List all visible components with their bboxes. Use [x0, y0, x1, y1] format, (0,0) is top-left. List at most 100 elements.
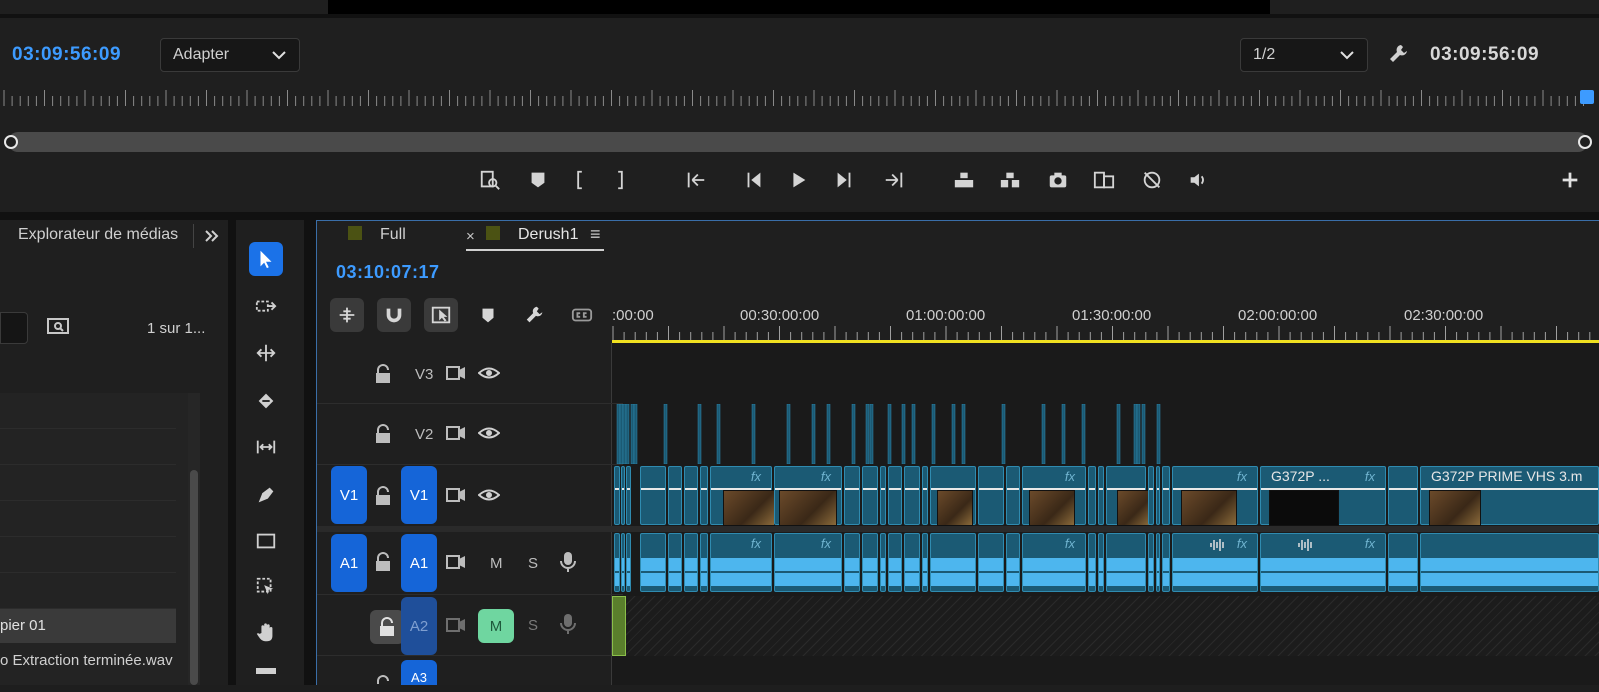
- a1-track-lane[interactable]: fx fx fx fx fx: [612, 532, 1599, 594]
- sync-lock-icon[interactable]: [446, 553, 466, 576]
- video-clip[interactable]: G372P PRIME VHS 3.m: [1420, 466, 1599, 526]
- mute-button[interactable]: M: [490, 555, 503, 572]
- video-clip[interactable]: [1388, 466, 1418, 525]
- lock-icon[interactable]: [374, 364, 392, 389]
- add-marker-icon[interactable]: [524, 166, 552, 194]
- scrollbar-right-handle[interactable]: [1578, 135, 1592, 149]
- zoom-dropdown[interactable]: Adapter: [160, 38, 300, 72]
- audio-icon[interactable]: [1184, 166, 1212, 194]
- mute-button-active[interactable]: M: [478, 609, 514, 643]
- lock-icon[interactable]: [374, 674, 392, 692]
- list-item-selected[interactable]: pier 01: [0, 609, 176, 643]
- track-target-v1[interactable]: V1: [401, 466, 437, 524]
- sync-lock-icon[interactable]: [446, 364, 466, 387]
- audio-clip[interactable]: [880, 533, 886, 592]
- mark-in-icon[interactable]: [566, 166, 594, 194]
- mark-out-icon[interactable]: [606, 166, 634, 194]
- tab-menu-icon[interactable]: ≡: [590, 224, 601, 245]
- video-clip[interactable]: [1098, 466, 1104, 525]
- video-clip[interactable]: fx: [774, 466, 842, 526]
- audio-clip[interactable]: [1088, 533, 1096, 592]
- track-target-a3[interactable]: A3: [401, 660, 437, 685]
- pen-tool-icon[interactable]: [249, 478, 283, 512]
- linked-selection-icon[interactable]: [424, 298, 458, 332]
- snap-icon[interactable]: [377, 298, 411, 332]
- audio-clip[interactable]: [621, 533, 625, 592]
- video-clip[interactable]: [1106, 466, 1151, 526]
- audio-clip[interactable]: [922, 533, 928, 592]
- sync-lock-icon[interactable]: [446, 424, 466, 447]
- video-clip[interactable]: [922, 466, 928, 525]
- video-clip[interactable]: [978, 466, 1004, 525]
- video-clip[interactable]: [1006, 466, 1020, 525]
- video-clip[interactable]: fx: [710, 466, 775, 526]
- audio-clip[interactable]: fx: [1260, 533, 1386, 592]
- audio-clip[interactable]: [1106, 533, 1146, 592]
- tab-media-browser[interactable]: Explorateur de médias: [18, 226, 178, 244]
- audio-clip[interactable]: [862, 533, 878, 592]
- audio-clip[interactable]: [1006, 533, 1020, 592]
- video-clip[interactable]: [862, 466, 878, 525]
- video-clip[interactable]: [640, 466, 666, 525]
- video-clip[interactable]: [888, 466, 902, 525]
- tab-full[interactable]: Full: [380, 226, 406, 244]
- video-clip[interactable]: fx: [1172, 466, 1258, 526]
- sync-lock-icon[interactable]: [446, 616, 466, 639]
- add-marker-icon[interactable]: [471, 298, 505, 332]
- audio-clip[interactable]: [888, 533, 902, 592]
- list-item[interactable]: [0, 465, 176, 501]
- type-tool-icon[interactable]: [249, 570, 283, 604]
- comparison-view-icon[interactable]: [1090, 166, 1118, 194]
- camera-icon[interactable]: [1044, 166, 1072, 194]
- timeline-ruler[interactable]: [612, 326, 1599, 340]
- audio-clip[interactable]: [1162, 533, 1170, 592]
- add-button-icon[interactable]: [1556, 166, 1584, 194]
- solo-button[interactable]: S: [528, 555, 538, 572]
- solo-button[interactable]: S: [528, 617, 538, 634]
- search-folder-icon[interactable]: [46, 314, 72, 340]
- panel-overflow-icon[interactable]: [202, 226, 224, 248]
- audio-clip[interactable]: [626, 533, 631, 592]
- lock-icon[interactable]: [370, 610, 404, 644]
- vr-icon[interactable]: [1138, 166, 1166, 194]
- video-clip[interactable]: [930, 466, 976, 526]
- go-to-out-icon[interactable]: [880, 166, 908, 194]
- step-forward-icon[interactable]: [830, 166, 858, 194]
- list-item[interactable]: [0, 393, 176, 429]
- audio-clip[interactable]: [1098, 533, 1104, 592]
- eye-icon[interactable]: [477, 424, 501, 447]
- audio-clip[interactable]: [1388, 533, 1418, 592]
- rectangle-tool-icon[interactable]: [249, 524, 283, 558]
- text-tool-icon[interactable]: [256, 668, 276, 674]
- resolution-dropdown[interactable]: 1/2: [1240, 38, 1368, 72]
- scrollbar-thumb[interactable]: [190, 470, 198, 685]
- close-icon[interactable]: ×: [466, 228, 475, 245]
- audio-clip[interactable]: [904, 533, 920, 592]
- track-select-tool-icon[interactable]: [249, 290, 283, 324]
- track-label-v3[interactable]: V3: [415, 366, 433, 383]
- hand-tool-icon[interactable]: [249, 616, 283, 650]
- go-to-in-icon[interactable]: [682, 166, 710, 194]
- a2-track-lane-disabled[interactable]: [626, 596, 1599, 656]
- eye-icon[interactable]: [477, 364, 501, 387]
- lock-icon[interactable]: [374, 424, 392, 449]
- lock-icon[interactable]: [374, 486, 392, 511]
- track-target-a1[interactable]: A1: [401, 534, 437, 592]
- list-item[interactable]: [0, 501, 176, 537]
- source-patch-v1[interactable]: V1: [331, 466, 367, 524]
- tab-derush1[interactable]: Derush1: [518, 226, 578, 244]
- v2-track-lane[interactable]: [612, 404, 1599, 464]
- step-back-icon[interactable]: [740, 166, 768, 194]
- sync-lock-icon[interactable]: [446, 486, 466, 509]
- video-clip[interactable]: [1162, 466, 1170, 525]
- video-clip[interactable]: [1148, 466, 1154, 525]
- lock-icon[interactable]: [374, 552, 392, 577]
- video-clip[interactable]: fx G372P ...: [1260, 466, 1386, 526]
- video-clip[interactable]: [1156, 466, 1160, 525]
- playhead-timecode[interactable]: 03:09:56:09: [12, 44, 121, 66]
- play-icon[interactable]: [784, 166, 812, 194]
- audio-clip[interactable]: fx: [774, 533, 842, 592]
- eye-icon[interactable]: [477, 486, 501, 509]
- v1-track-lane[interactable]: fx fx fx fx fx G372P ... G372P PRIME VHS 3.m: [612, 465, 1599, 526]
- scrollbar-left-handle[interactable]: [4, 135, 18, 149]
